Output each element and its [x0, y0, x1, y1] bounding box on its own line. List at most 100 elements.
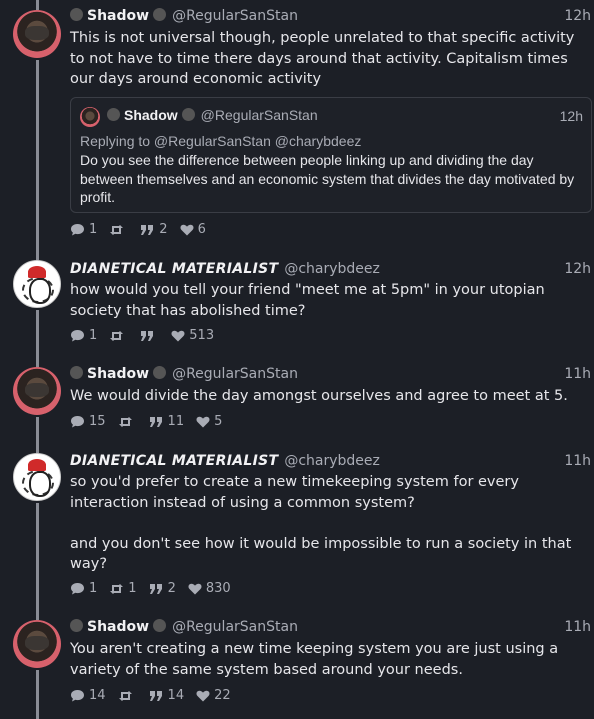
- user-handle[interactable]: @RegularSanStan: [172, 8, 298, 24]
- repost-icon: [110, 330, 124, 341]
- user-handle[interactable]: @charybdeez: [284, 261, 380, 277]
- heart-icon: [196, 690, 210, 701]
- quote-icon: [141, 330, 154, 341]
- quoted-post[interactable]: Shadow @RegularSanStan 12h Replying to @R…: [70, 97, 592, 213]
- repost-button[interactable]: 1: [109, 581, 137, 596]
- quote-count: 14: [167, 688, 185, 703]
- reply-count: 14: [89, 688, 106, 703]
- post[interactable]: DIANETICAL MATERIALIST @charybdeez 11h so…: [0, 453, 594, 605]
- reply-icon: [71, 416, 84, 428]
- avatar[interactable]: [13, 260, 61, 308]
- post-text: This is not universal though, people unr…: [70, 30, 579, 87]
- reply-count: 1: [89, 222, 98, 237]
- reply-icon: [71, 224, 84, 236]
- like-button[interactable]: 830: [188, 581, 231, 596]
- avatar-face: [29, 471, 51, 497]
- quoted-post-text: Do you see the difference between people…: [80, 152, 575, 205]
- like-count: 513: [189, 328, 215, 343]
- quote-icon: [141, 224, 154, 235]
- post[interactable]: Shadow @RegularSanStan 11h You aren't cre…: [0, 619, 594, 719]
- circle-emoji-icon: [70, 619, 83, 632]
- post-time[interactable]: 12h: [564, 261, 591, 277]
- reply-button[interactable]: 14: [70, 688, 106, 703]
- user-handle: @RegularSanStan: [200, 107, 318, 123]
- avatar[interactable]: [13, 10, 61, 58]
- post-time[interactable]: 11h: [564, 366, 591, 382]
- post-header: Shadow @RegularSanStan 11h: [70, 366, 594, 386]
- avatar[interactable]: [13, 620, 61, 668]
- user-handle[interactable]: @RegularSanStan: [172, 366, 298, 382]
- post-actions: 1 2 6: [70, 222, 206, 237]
- quoted-post-header: Shadow @RegularSanStan: [107, 107, 318, 123]
- reply-icon: [71, 690, 84, 702]
- avatar: [80, 107, 100, 127]
- repost-button[interactable]: [118, 416, 137, 428]
- quote-count: 2: [159, 222, 168, 237]
- heart-icon: [171, 330, 185, 341]
- reply-button[interactable]: 15: [70, 414, 106, 429]
- quote-icon: [149, 416, 162, 427]
- post-time: 12h: [559, 108, 583, 124]
- repost-count: 1: [128, 581, 137, 596]
- display-name[interactable]: DIANETICAL MATERIALIST: [70, 261, 278, 277]
- heart-icon: [180, 224, 194, 235]
- avatar-face: [29, 278, 51, 304]
- post-header: Shadow @RegularSanStan 11h: [70, 619, 594, 639]
- circle-emoji-icon: [70, 8, 83, 21]
- circle-emoji-icon: [153, 8, 167, 21]
- post-text: so you'd prefer to create a new timekeep…: [70, 474, 572, 572]
- post-actions: 14 14 22: [70, 688, 231, 703]
- post-actions: 1 1 2 830: [70, 581, 231, 596]
- display-name: Shadow: [124, 107, 178, 123]
- quote-icon: [149, 690, 162, 701]
- quote-button[interactable]: 2: [149, 581, 176, 596]
- post-header: DIANETICAL MATERIALIST @charybdeez 12h: [70, 261, 594, 281]
- reply-button[interactable]: 1: [70, 328, 97, 343]
- quote-icon: [149, 583, 162, 594]
- display-name[interactable]: DIANETICAL MATERIALIST: [70, 453, 278, 469]
- user-handle[interactable]: @RegularSanStan: [172, 619, 298, 635]
- repost-button[interactable]: [109, 330, 128, 342]
- post[interactable]: Shadow @RegularSanStan 11h We would divid…: [0, 366, 594, 437]
- like-count: 830: [205, 581, 231, 596]
- quote-button[interactable]: [140, 330, 159, 342]
- like-count: 22: [214, 688, 231, 703]
- post-text: You aren't creating a new time keeping s…: [70, 641, 563, 678]
- avatar[interactable]: [13, 367, 61, 415]
- repost-icon: [110, 224, 124, 235]
- reply-button[interactable]: 1: [70, 581, 97, 596]
- display-name[interactable]: Shadow: [87, 8, 149, 24]
- heart-icon: [196, 416, 210, 427]
- display-name[interactable]: Shadow: [87, 366, 149, 382]
- avatar[interactable]: [13, 453, 61, 501]
- post-header: Shadow @RegularSanStan 12h: [70, 8, 594, 28]
- display-name[interactable]: Shadow: [87, 619, 149, 635]
- like-button[interactable]: 5: [196, 414, 222, 429]
- post-time[interactable]: 12h: [564, 8, 591, 24]
- post[interactable]: DIANETICAL MATERIALIST @charybdeez 12h ho…: [0, 260, 594, 352]
- quote-button[interactable]: 2: [140, 222, 168, 237]
- santa-hat-icon: [28, 459, 46, 471]
- circle-emoji-icon: [70, 366, 83, 379]
- quote-button[interactable]: 11: [149, 414, 184, 429]
- circle-emoji-icon: [181, 108, 195, 121]
- repost-icon: [110, 583, 124, 594]
- repost-button[interactable]: [109, 224, 128, 236]
- repost-button[interactable]: [118, 690, 137, 702]
- repost-icon: [118, 416, 132, 427]
- like-count: 6: [197, 222, 206, 237]
- like-button[interactable]: 6: [180, 222, 206, 237]
- circle-emoji-icon: [153, 366, 167, 379]
- user-handle[interactable]: @charybdeez: [284, 453, 380, 469]
- post-time[interactable]: 11h: [564, 619, 591, 635]
- post-time[interactable]: 11h: [564, 453, 591, 469]
- circle-emoji-icon: [153, 619, 167, 632]
- reply-button[interactable]: 1: [70, 222, 97, 237]
- post-text: how would you tell your friend "meet me …: [70, 282, 550, 319]
- post[interactable]: Shadow @RegularSanStan 12h This is not un…: [0, 0, 594, 245]
- post-text: We would divide the day amongst ourselve…: [70, 388, 568, 404]
- like-button[interactable]: 22: [196, 688, 231, 703]
- like-button[interactable]: 513: [171, 328, 214, 343]
- heart-icon: [188, 583, 202, 594]
- quote-button[interactable]: 14: [149, 688, 185, 703]
